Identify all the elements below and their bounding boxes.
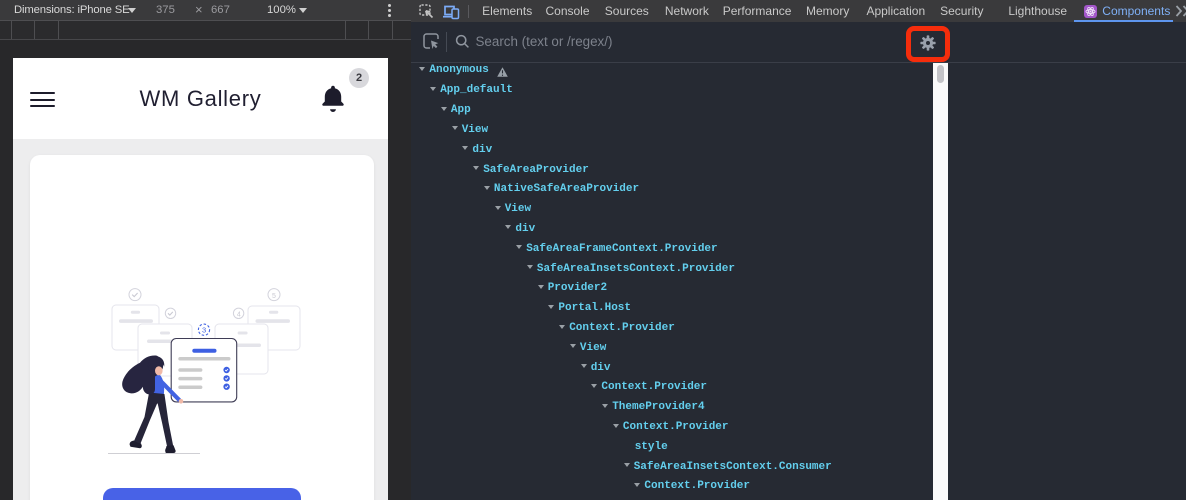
svg-text:4: 4 [237,311,241,318]
svg-text:3: 3 [202,326,206,335]
svg-text:5: 5 [272,293,276,300]
